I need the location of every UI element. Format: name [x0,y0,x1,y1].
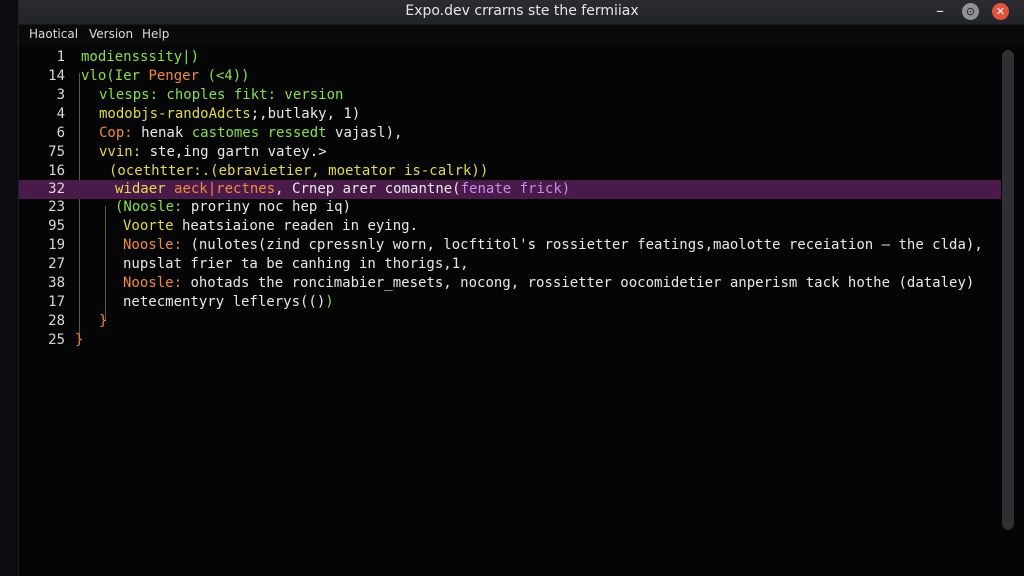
code-token: } [99,313,108,329]
code-token: vvin: [99,144,142,160]
code-line[interactable]: 4 modobjs-randoAdcts;,butlaky, 1) [19,105,1001,124]
code-line[interactable]: 28} [19,312,1001,331]
code-line[interactable]: 75 vvin: ste,ing gartn vatey.> [19,143,1001,162]
code-text: nupslat frier ta be canhing in thorigs,1… [123,255,469,274]
code-line[interactable]: 1 modiensssity|) [19,48,1001,67]
title-bar[interactable]: Expo.dev crrarns ste the fermiiax – ⊙ ✕ [19,0,1024,25]
code-line[interactable]: 16 (ocethtter:.(ebravietier, moetator is-… [19,162,1001,181]
code-token: } [75,332,84,348]
code-token: ste,ing gartn vatey.> [141,144,327,160]
code-token: (nulotes(zind cpressnly worn, locftitol'… [182,237,983,253]
line-number: 16 [48,163,65,179]
code-token: (ocethtter:.(ebravietier, moetator is-ca… [109,163,489,179]
code-token: (<4)) [199,68,250,84]
code-token: Cop: [99,125,133,141]
line-number: 3 [56,87,65,103]
code-token: ) [325,294,334,310]
code-text: vlesps: choples fikt: version [99,86,343,105]
code-token: ;,butlaky, 1) [250,106,361,122]
code-text: Cop: henak castomes ressedt vajasl), [99,124,402,143]
code-text: widaer aeck|rectnes, Crnep arer comantne… [115,180,570,199]
line-number: 75 [48,144,65,160]
code-token: Voorte [123,218,174,234]
line-number: 14 [48,68,65,84]
line-number: 17 [48,294,65,310]
code-token: netecmentyry leflerys(() [123,294,326,310]
vertical-scrollbar[interactable] [1002,50,1014,530]
line-number: 28 [48,313,65,329]
terminal-window: Expo.dev crrarns ste the fermiiax – ⊙ ✕ … [18,0,1024,576]
code-text: Noosle: (nulotes(zind cpressnly worn, lo… [123,236,983,255]
code-token: , Crnep arer comantne( [275,181,461,197]
code-token: vlesps: choples fikt: version [99,87,344,103]
code-token: Noosle: [123,237,183,253]
code-token: (Noosle: [115,199,183,215]
code-token: vajasl), [326,125,403,141]
window-title: Expo.dev crrarns ste the fermiiax [405,3,639,19]
code-token: aeck|rectnes [174,181,276,197]
code-text: modiensssity|) [81,48,199,67]
close-button[interactable]: ✕ [992,3,1009,20]
code-text: netecmentyry leflerys(()) [123,293,334,312]
code-token: nupslat frier ta be canhing in thorigs,1… [123,256,469,272]
code-text: modobjs-randoAdcts;,butlaky, 1) [99,105,360,124]
code-token: Noosle: [123,275,183,291]
code-line[interactable]: 17 netecmentyry leflerys(()) [19,293,1001,312]
menu-item-help[interactable]: Help [142,27,169,41]
line-number: 19 [48,237,65,253]
code-line[interactable]: 32 widaer aeck|rectnes, Crnep arer comant… [19,180,1001,199]
menu-bar: Haotical Version Help [19,25,1024,45]
code-editor[interactable]: 1 modiensssity|) 14 vlo(Ier Penger (<4)) 3 vl… [19,46,1001,576]
code-line[interactable]: 3 vlesps: choples fikt: version [19,86,1001,105]
code-token: heatsiaione readen in eying. [173,218,419,234]
code-token: proriny noc hep iq) [182,199,352,215]
line-number: 23 [48,199,65,215]
maximize-button[interactable]: ⊙ [962,3,979,20]
line-number: 95 [48,218,65,234]
line-number: 6 [56,125,65,141]
line-number: 38 [48,275,65,291]
code-token: Penger [148,68,200,84]
line-number: 4 [56,106,65,122]
code-token: modiensssity|) [81,49,200,65]
code-token: vlo(Ier [81,68,149,84]
minimize-button[interactable]: – [931,1,949,20]
menu-item-version[interactable]: Version [89,27,133,41]
menu-item-haotical[interactable]: Haotical [29,27,78,41]
code-line[interactable]: 27 nupslat frier ta be canhing in thorigs… [19,255,1001,274]
code-text: (ocethtter:.(ebravietier, moetator is-ca… [109,162,488,181]
code-text: } [75,331,83,350]
line-number: 32 [48,181,65,197]
code-text: (Noosle: proriny noc hep iq) [115,198,351,217]
line-number: 1 [56,49,65,65]
code-line[interactable]: 25} [19,331,1001,350]
code-line[interactable]: 95 Voorte heatsiaione readen in eying. [19,217,1001,236]
code-line[interactable]: 38 Noosle: ohotads the roncimabier_mesets… [19,274,1001,293]
code-text: } [99,312,107,331]
code-token: widaer [115,181,175,197]
code-token: modobjs-randoAdcts [99,106,251,122]
code-text: vlo(Ier Penger (<4)) [81,67,250,86]
code-text: vvin: ste,ing gartn vatey.> [99,143,327,162]
line-number: 27 [48,256,65,272]
code-token: fenate frick) [460,181,571,197]
line-number: 25 [48,332,65,348]
code-line[interactable]: 23 (Noosle: proriny noc hep iq) [19,198,1001,217]
code-line[interactable]: 14 vlo(Ier Penger (<4)) [19,67,1001,86]
code-token: henak [132,125,192,141]
code-token: ohotads the roncimabier_mesets, nocong, … [182,275,975,291]
code-token: castomes ressedt [191,125,327,141]
code-line[interactable]: 19 Noosle: (nulotes(zind cpressnly worn, … [19,236,1001,255]
code-line[interactable]: 6 Cop: henak castomes ressedt vajasl), [19,124,1001,143]
code-text: Noosle: ohotads the roncimabier_mesets, … [123,274,974,293]
code-text: Voorte heatsiaione readen in eying. [123,217,418,236]
